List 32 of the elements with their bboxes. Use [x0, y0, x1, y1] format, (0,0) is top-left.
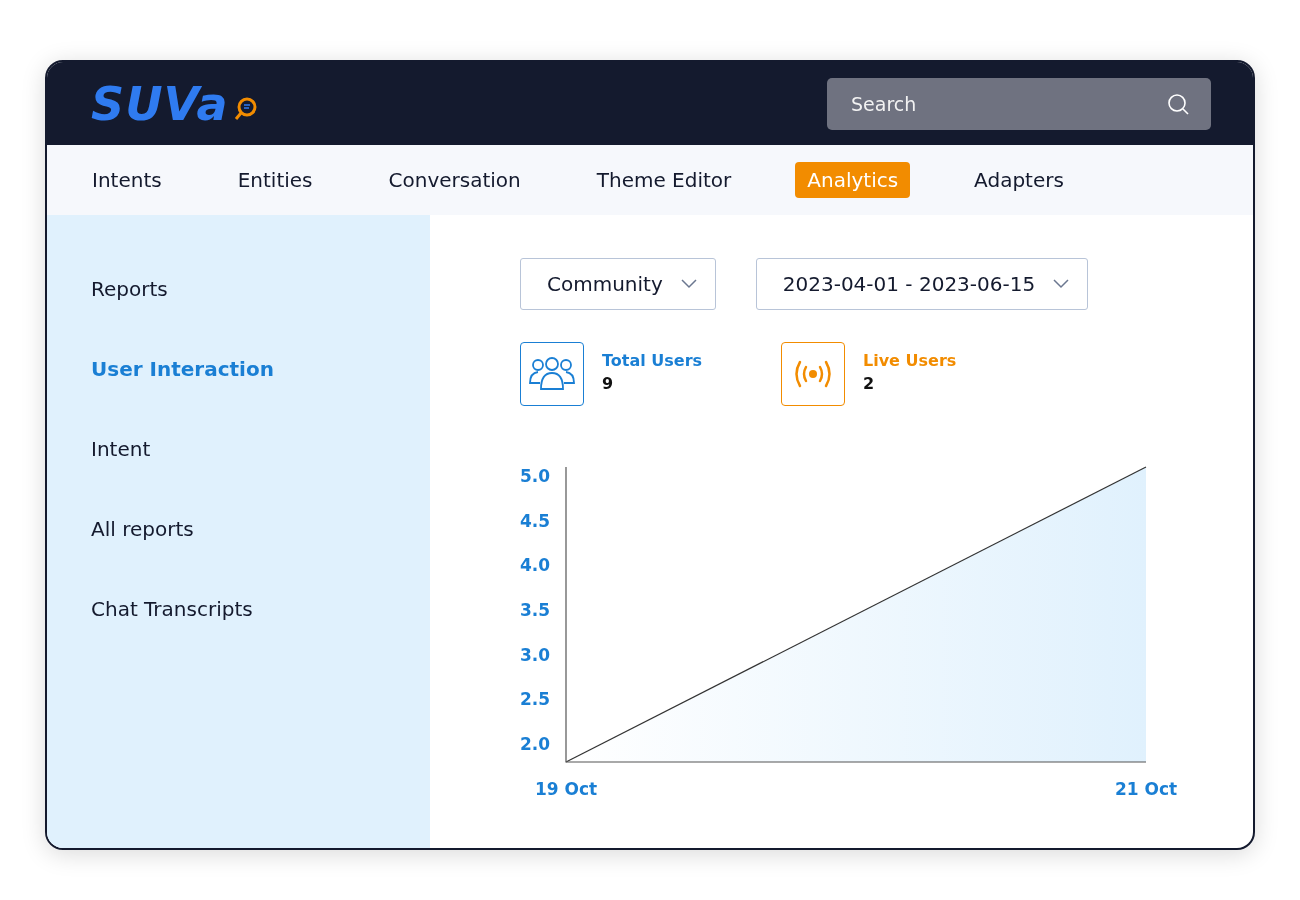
stat-value: 9 [602, 374, 614, 393]
logo-text: SUVa [91, 76, 229, 131]
nav-tab[interactable]: Entities [225, 162, 325, 198]
y-tick-label: 3.5 [520, 600, 551, 621]
y-tick-label: 5.0 [520, 465, 551, 486]
search-icon [1167, 92, 1189, 115]
stat-label: Total Users [602, 351, 703, 370]
users-icon [528, 357, 576, 391]
y-tick-label: 4.0 [520, 555, 551, 576]
stat-value: 2 [863, 374, 875, 393]
y-tick-label: 2.5 [520, 689, 551, 710]
nav-tab[interactable]: Theme Editor [584, 162, 744, 198]
dropdown[interactable]: 2023-04-01 - 2023-06-15 [755, 258, 1089, 310]
sidebar-item[interactable]: User Interaction [91, 355, 274, 383]
y-tick-label: 4.5 [520, 510, 551, 531]
nav-tab[interactable]: Adapters [962, 162, 1076, 198]
sidebar-item[interactable]: Intent [91, 435, 151, 463]
y-tick-label: 2.0 [520, 734, 551, 755]
sidebar-item[interactable]: Reports [91, 275, 168, 303]
magnifier-icon [232, 95, 259, 122]
chevron-down-icon [680, 279, 697, 289]
search-field[interactable]: Search [827, 77, 1211, 130]
chevron-down-icon [1053, 279, 1070, 289]
dropdown[interactable]: Community [520, 258, 716, 310]
y-tick-label: 3.0 [520, 644, 551, 665]
nav-tab[interactable]: Conversation [376, 162, 533, 198]
sidebar-item[interactable]: Chat Transcripts [91, 595, 253, 623]
nav-tab[interactable]: Intents [80, 162, 174, 198]
x-tick-label: 19 Oct [534, 779, 598, 799]
x-tick-label: 21 Oct [1114, 779, 1178, 799]
stat-label: Live Users [863, 351, 957, 370]
sidebar-item[interactable]: All reports [91, 515, 194, 543]
